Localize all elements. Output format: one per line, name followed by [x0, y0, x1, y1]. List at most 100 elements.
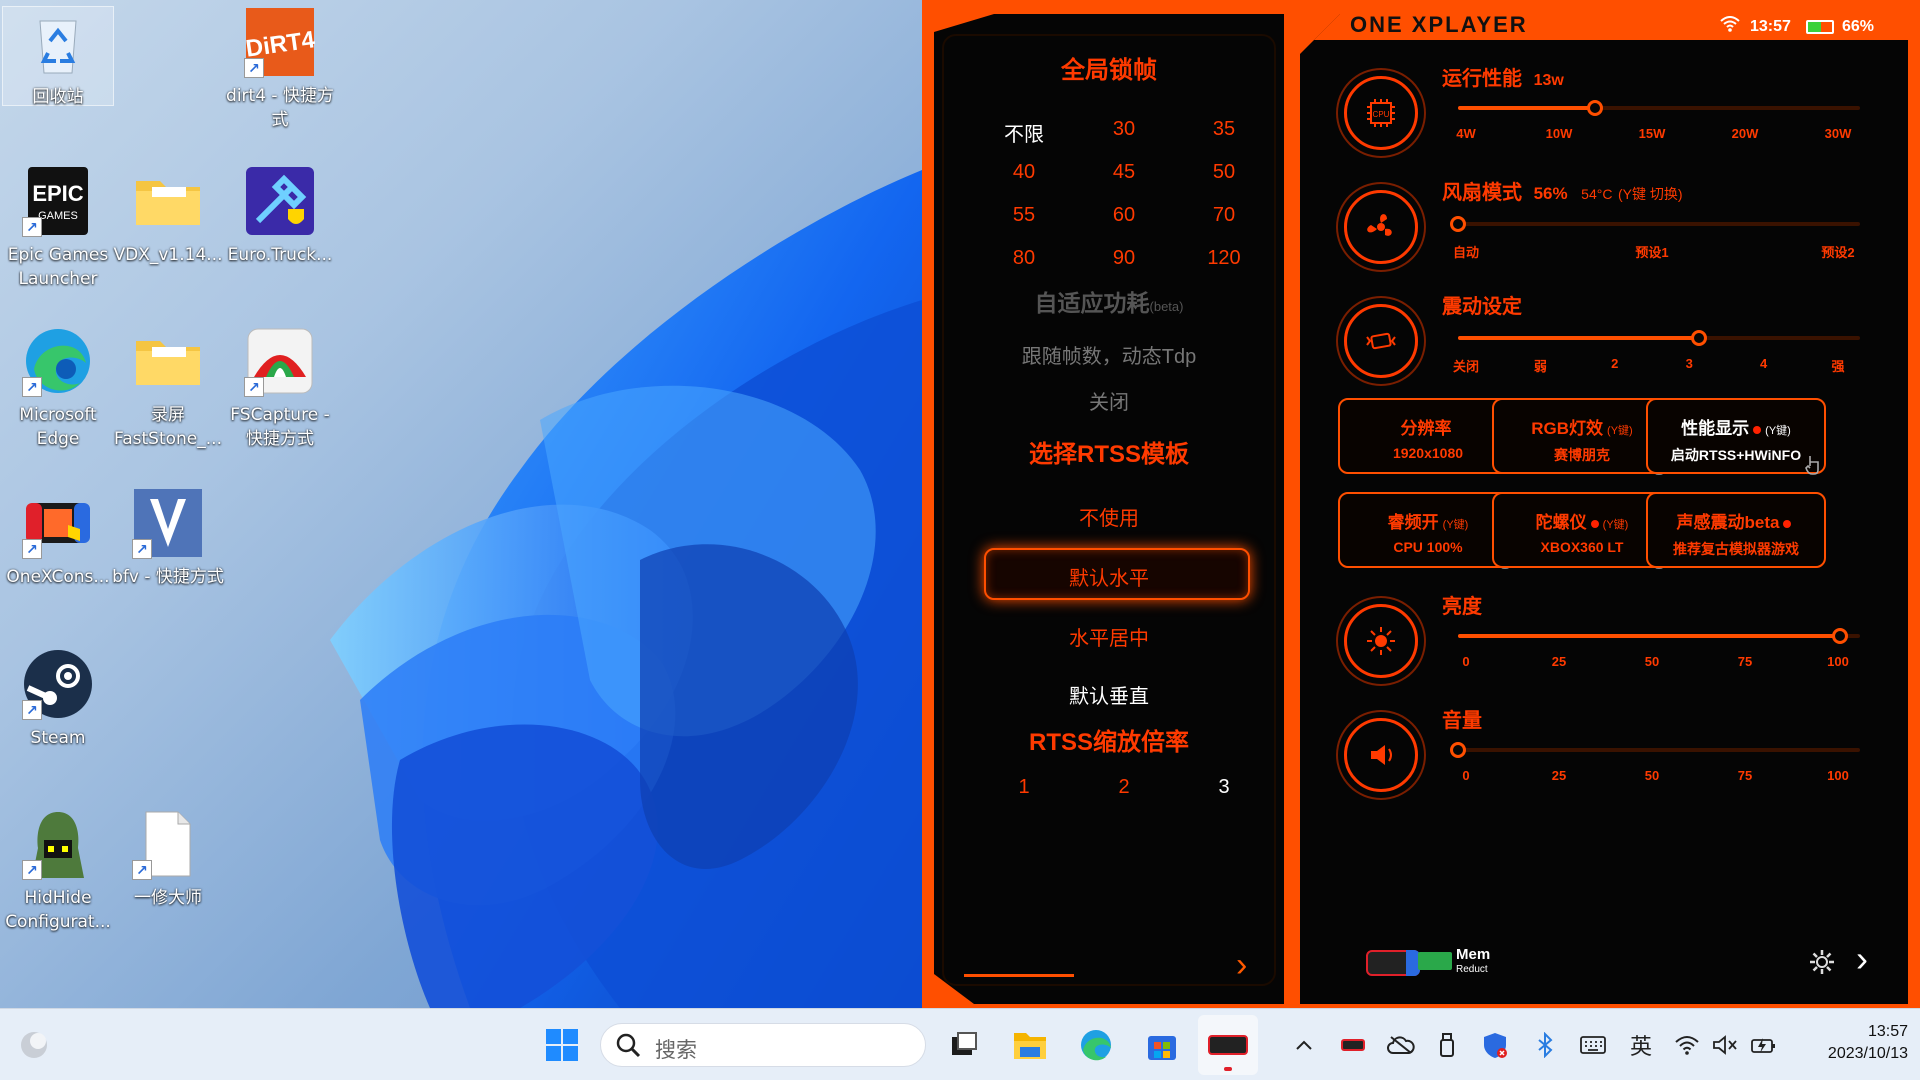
- desktop-icon-euro-truck[interactable]: Euro.Truck...: [224, 165, 336, 267]
- left-settings-panel: 全局锁帧 不限 30 35 40 45 50 55 60 70 80 90 120 自适应功耗(bet…: [934, 14, 1284, 1004]
- onex-tray-icon[interactable]: [1338, 1031, 1368, 1059]
- settings-gear-icon[interactable]: [1808, 948, 1836, 981]
- volume-muted-icon[interactable]: [1710, 1031, 1740, 1059]
- slider-tick-label: 预设1: [1635, 245, 1669, 260]
- brightness-slider-knob[interactable]: [1831, 628, 1848, 644]
- adaptive-off-option[interactable]: 关闭: [934, 386, 1284, 415]
- widgets-icon[interactable]: [12, 1023, 56, 1067]
- fps-option[interactable]: 70: [1174, 204, 1274, 227]
- quick-card[interactable]: 性能显示 (Y键) 启动RTSS+HWiNFO: [1646, 398, 1826, 475]
- bfv-icon: ↗: [132, 487, 204, 559]
- desktop-icon-hidhide[interactable]: ↗ HidHide Configurat...: [2, 808, 114, 934]
- slider-tick-label: 预设2: [1821, 245, 1855, 260]
- onex-console-icon: [1208, 1035, 1248, 1055]
- brightness-slider[interactable]: [1458, 628, 1860, 644]
- desktop-icon-steam[interactable]: ↗ Steam: [2, 648, 114, 750]
- start-button-icon[interactable]: [540, 1023, 584, 1067]
- console-app-icon[interactable]: [1366, 950, 1420, 976]
- card-title: 分辨率: [1400, 419, 1452, 438]
- taskbar-search-box[interactable]: 搜索: [600, 1023, 926, 1067]
- ime-indicator[interactable]: 英: [1626, 1031, 1656, 1060]
- usb-device-icon[interactable]: [1432, 1031, 1462, 1059]
- card-title-row: 睿频开 (Y键): [1340, 508, 1516, 533]
- desktop-icon-fscapture[interactable]: ↗ FSCapture - 快捷方式: [224, 325, 336, 451]
- file-explorer-icon[interactable]: [1008, 1023, 1052, 1067]
- microsoft-store-icon[interactable]: [1140, 1023, 1184, 1067]
- security-shield-icon[interactable]: [1480, 1031, 1510, 1059]
- fps-option[interactable]: 80: [974, 247, 1074, 270]
- perf-slider[interactable]: [1458, 100, 1860, 116]
- fps-option[interactable]: 45: [1074, 161, 1174, 184]
- adaptive-follow-option[interactable]: 跟随帧数，动态Tdp: [934, 340, 1284, 369]
- desktop-icon-bfv[interactable]: ↗ bfv - 快捷方式: [112, 487, 224, 589]
- battery-charging-icon[interactable]: [1748, 1031, 1778, 1059]
- desktop-icon-epic-games[interactable]: EPIC GAMES ↗ Epic Games Launcher: [2, 165, 114, 291]
- taskbar: 搜索 英 13:57 2023/10/13: [0, 1008, 1920, 1080]
- volume-slider[interactable]: [1450, 742, 1860, 758]
- vibration-slider[interactable]: [1458, 330, 1860, 346]
- fan-slider[interactable]: [1450, 216, 1860, 232]
- task-view-icon[interactable]: [942, 1023, 986, 1067]
- fps-option[interactable]: 90: [1074, 247, 1174, 270]
- desktop-icon-yixiu[interactable]: ↗ 一修大师: [112, 808, 224, 910]
- desktop-icon-label: bfv - 快捷方式: [112, 567, 224, 587]
- desktop-icon-label: OneXCons...: [6, 567, 110, 587]
- desktop-icon-vdx-folder[interactable]: VDX_v1.14...: [112, 165, 224, 267]
- fps-option[interactable]: 35: [1174, 118, 1274, 141]
- edge-icon: ↗: [22, 325, 94, 397]
- fan-slider-knob[interactable]: [1450, 216, 1466, 232]
- volume-slider-knob[interactable]: [1450, 742, 1466, 758]
- bluetooth-icon[interactable]: [1530, 1031, 1560, 1059]
- wifi-icon: [1720, 16, 1740, 36]
- shortcut-arrow-icon: ↗: [22, 217, 42, 237]
- slider-tick-label: 50: [1644, 654, 1660, 669]
- desktop-icon-label: FSCapture - 快捷方式: [230, 405, 330, 449]
- zoom-option[interactable]: 1: [974, 776, 1074, 799]
- shortcut-arrow-icon: ↗: [22, 377, 42, 397]
- euro-truck-icon: [244, 165, 316, 237]
- desktop-icon-onexconsole[interactable]: ↗ OneXCons...: [2, 487, 114, 589]
- network-wifi-icon[interactable]: [1672, 1031, 1702, 1059]
- onex-taskbar-app[interactable]: [1198, 1015, 1258, 1075]
- rtss-option[interactable]: 默认水平: [934, 562, 1284, 591]
- rtss-option[interactable]: 水平居中: [934, 622, 1284, 651]
- keyboard-icon[interactable]: [1576, 1031, 1610, 1059]
- card-title-row: 陀螺仪 (Y键): [1494, 508, 1670, 533]
- slider-tick-label: 3: [1685, 356, 1693, 371]
- fps-option[interactable]: 120: [1174, 247, 1274, 270]
- vibration-slider-knob[interactable]: [1691, 330, 1708, 346]
- fps-option[interactable]: 30: [1074, 118, 1174, 141]
- quick-card[interactable]: RGB灯效 (Y键) 赛博朋克: [1492, 398, 1672, 475]
- taskbar-clock[interactable]: 13:57 2023/10/13: [1788, 1021, 1908, 1065]
- zoom-option[interactable]: 3: [1174, 776, 1274, 799]
- left-next-chevron-icon[interactable]: ›: [1236, 946, 1247, 985]
- fps-option[interactable]: 40: [974, 161, 1074, 184]
- desktop-icon-dirt4[interactable]: DiRT4 ↗ dirt4 - 快捷方式: [224, 6, 336, 132]
- fps-option[interactable]: 55: [974, 204, 1074, 227]
- quick-card[interactable]: 分辨率 1920x1080: [1338, 398, 1518, 474]
- zoom-option[interactable]: 2: [1074, 776, 1174, 799]
- fps-option[interactable]: 60: [1074, 204, 1174, 227]
- card-title-row: 分辨率: [1340, 414, 1516, 439]
- desktop-icon-edge[interactable]: ↗ Microsoft Edge: [2, 325, 114, 451]
- rtss-option[interactable]: 默认垂直: [934, 680, 1284, 709]
- svg-text:GAMES: GAMES: [38, 210, 78, 222]
- desktop-icon-recycle-bin[interactable]: 回收站: [2, 6, 114, 107]
- desktop-icon-label: dirt4 - 快捷方式: [226, 86, 334, 130]
- shortcut-arrow-icon: ↗: [244, 377, 264, 397]
- fps-option[interactable]: 不限: [974, 118, 1074, 147]
- quick-card[interactable]: 陀螺仪 (Y键) XBOX360 LT: [1492, 492, 1672, 569]
- quick-card[interactable]: 声感震动beta 推荐复古模拟器游戏: [1646, 492, 1826, 568]
- show-hidden-icons-chevron[interactable]: [1292, 1031, 1316, 1059]
- desktop-icon-faststone-folder[interactable]: 录屏 FastStone_...: [112, 325, 224, 451]
- rtss-option[interactable]: 不使用: [934, 502, 1284, 531]
- slider-tick-label: 10W: [1545, 126, 1573, 141]
- right-next-chevron-icon[interactable]: ›: [1856, 938, 1868, 980]
- beta-tag: (beta): [1149, 299, 1184, 314]
- onedrive-icon[interactable]: [1386, 1031, 1416, 1059]
- fps-option[interactable]: 50: [1174, 161, 1274, 184]
- edge-taskbar-icon[interactable]: [1074, 1023, 1118, 1067]
- quick-card[interactable]: 睿频开 (Y键) CPU 100%: [1338, 492, 1518, 569]
- perf-slider-knob[interactable]: [1586, 100, 1603, 116]
- cpu-gauge-icon: CPU: [1344, 76, 1418, 150]
